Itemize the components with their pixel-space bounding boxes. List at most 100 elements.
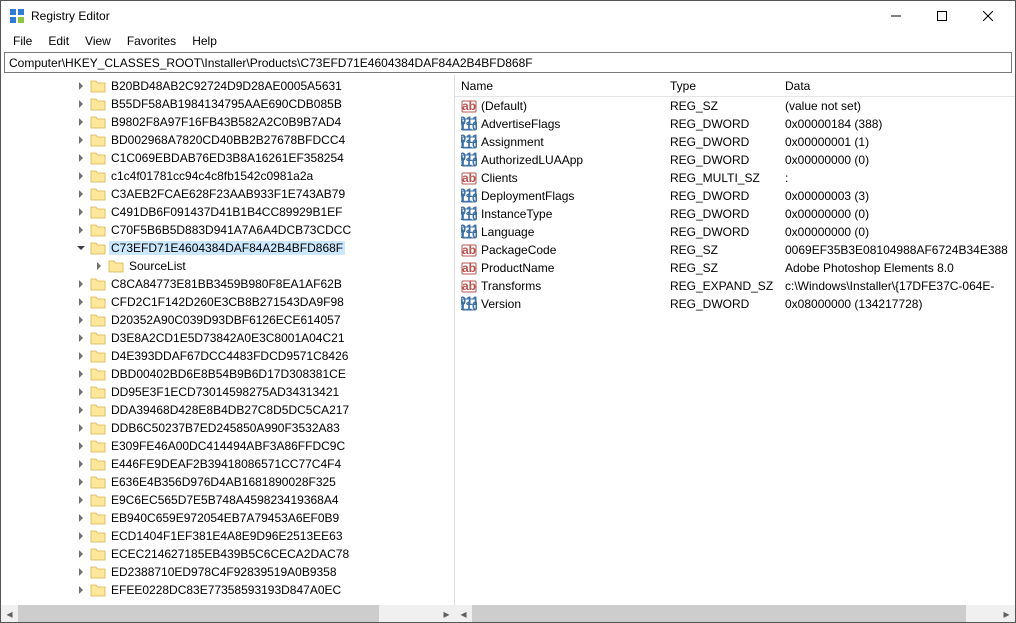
value-row[interactable]: TransformsREG_EXPAND_SZc:\Windows\Instal… — [455, 277, 1015, 295]
tree-node[interactable]: E446FE9DEAF2B39418086571CC77C4F4 — [1, 455, 454, 473]
tree-node[interactable]: DBD00402BD6E8B54B9B6D17D308381CE — [1, 365, 454, 383]
tree-node-label[interactable]: EFEE0228DC83E77358593193D847A0EC — [109, 583, 343, 597]
expander-icon[interactable] — [73, 510, 89, 526]
value-row[interactable]: DeploymentFlagsREG_DWORD0x00000003 (3) — [455, 187, 1015, 205]
value-row[interactable]: AuthorizedLUAAppREG_DWORD0x00000000 (0) — [455, 151, 1015, 169]
value-row[interactable]: ProductNameREG_SZAdobe Photoshop Element… — [455, 259, 1015, 277]
expander-icon[interactable] — [73, 150, 89, 166]
close-button[interactable] — [965, 1, 1011, 31]
tree-node-label[interactable]: E9C6EC565D7E5B748A459823419368A4 — [109, 493, 341, 507]
col-header-type[interactable]: Type — [670, 79, 785, 93]
tree-node[interactable]: CFD2C1F142D260E3CB8B271543DA9F98 — [1, 293, 454, 311]
tree-node-label[interactable]: ED2388710ED978C4F92839519A0B9358 — [109, 565, 339, 579]
value-row[interactable]: (Default)REG_SZ(value not set) — [455, 97, 1015, 115]
tree-node-label[interactable]: B20BD48AB2C92724D9D28AE0005A5631 — [109, 79, 344, 93]
tree-node[interactable]: ECD1404F1EF381E4A8E9D96E2513EE63 — [1, 527, 454, 545]
tree-node[interactable]: C73EFD71E4604384DAF84A2B4BFD868F — [1, 239, 454, 257]
value-row[interactable]: VersionREG_DWORD0x08000000 (134217728) — [455, 295, 1015, 313]
tree-node-label[interactable]: DDB6C50237B7ED245850A990F3532A83 — [109, 421, 342, 435]
expander-icon[interactable] — [73, 564, 89, 580]
tree-node-label[interactable]: CFD2C1F142D260E3CB8B271543DA9F98 — [109, 295, 346, 309]
column-headers[interactable]: Name Type Data — [455, 75, 1015, 97]
tree-node-label[interactable]: C491DB6F091437D41B1B4CC89929B1EF — [109, 205, 345, 219]
tree-node-label[interactable]: DD95E3F1ECD73014598275AD34313421 — [109, 385, 341, 399]
tree-node[interactable]: DDA39468D428E8B4DB27C8D5DC5CA217 — [1, 401, 454, 419]
tree-node-label[interactable]: E309FE46A00DC414494ABF3A86FFDC9C — [109, 439, 347, 453]
expander-icon[interactable] — [73, 348, 89, 364]
scroll-left-icon[interactable]: ◂ — [1, 605, 18, 622]
tree-node-label[interactable]: C8CA84773E81BB3459B980F8EA1AF62B — [109, 277, 344, 291]
expander-icon[interactable] — [73, 78, 89, 94]
value-row[interactable]: PackageCodeREG_SZ0069EF35B3E08104988AF67… — [455, 241, 1015, 259]
value-row[interactable]: AdvertiseFlagsREG_DWORD0x00000184 (388) — [455, 115, 1015, 133]
expander-icon[interactable] — [73, 294, 89, 310]
address-bar[interactable]: Computer\HKEY_CLASSES_ROOT\Installer\Pro… — [4, 52, 1012, 73]
value-row[interactable]: LanguageREG_DWORD0x00000000 (0) — [455, 223, 1015, 241]
expander-icon[interactable] — [91, 258, 107, 274]
expander-icon[interactable] — [73, 582, 89, 598]
tree-node[interactable]: DDB6C50237B7ED245850A990F3532A83 — [1, 419, 454, 437]
tree-node[interactable]: E309FE46A00DC414494ABF3A86FFDC9C — [1, 437, 454, 455]
tree-node-label[interactable]: EB940C659E972054EB7A79453A6EF0B9 — [109, 511, 341, 525]
tree-node[interactable]: E636E4B356D976D4AB1681890028F325 — [1, 473, 454, 491]
tree-node[interactable]: ECEC214627185EB439B5C6CECA2DAC78 — [1, 545, 454, 563]
tree-node-label[interactable]: C3AEB2FCAE628F23AAB933F1E743AB79 — [109, 187, 347, 201]
scroll-right-icon[interactable]: ▸ — [438, 605, 455, 622]
tree-node[interactable]: B55DF58AB1984134795AAE690CDB085B — [1, 95, 454, 113]
tree-node-label[interactable]: C70F5B6B5D883D941A7A6A4DCB73CDCC — [109, 223, 353, 237]
menu-file[interactable]: File — [5, 32, 40, 50]
expander-icon[interactable] — [73, 186, 89, 202]
tree-node-label[interactable]: ECD1404F1EF381E4A8E9D96E2513EE63 — [109, 529, 345, 543]
tree-node-label[interactable]: D4E393DDAF67DCC4483FDCD9571C8426 — [109, 349, 350, 363]
value-row[interactable]: ClientsREG_MULTI_SZ: — [455, 169, 1015, 187]
tree-node-label[interactable]: SourceList — [127, 259, 188, 273]
tree-hscroll[interactable]: ◂ ▸ — [1, 605, 455, 622]
tree-node-label[interactable]: ECEC214627185EB439B5C6CECA2DAC78 — [109, 547, 351, 561]
expander-icon[interactable] — [73, 204, 89, 220]
tree-node[interactable]: D3E8A2CD1E5D73842A0E3C8001A04C21 — [1, 329, 454, 347]
tree-node-label[interactable]: C1C069EBDAB76ED3B8A16261EF358254 — [109, 151, 346, 165]
value-row[interactable]: AssignmentREG_DWORD0x00000001 (1) — [455, 133, 1015, 151]
maximize-button[interactable] — [919, 1, 965, 31]
menu-help[interactable]: Help — [184, 32, 225, 50]
expander-icon[interactable] — [73, 240, 89, 256]
value-row[interactable]: InstanceTypeREG_DWORD0x00000000 (0) — [455, 205, 1015, 223]
col-header-name[interactable]: Name — [455, 79, 670, 93]
value-list[interactable]: (Default)REG_SZ(value not set)AdvertiseF… — [455, 97, 1015, 605]
tree-node-label[interactable]: D3E8A2CD1E5D73842A0E3C8001A04C21 — [109, 331, 347, 345]
titlebar[interactable]: Registry Editor — [1, 1, 1015, 31]
tree-node-label[interactable]: D20352A90C039D93DBF6126ECE614057 — [109, 313, 343, 327]
menu-view[interactable]: View — [77, 32, 119, 50]
tree-node[interactable]: BD002968A7820CD40BB2B27678BFDCC4 — [1, 131, 454, 149]
tree-node[interactable]: C491DB6F091437D41B1B4CC89929B1EF — [1, 203, 454, 221]
tree-node[interactable]: c1c4f01781cc94c4c8fb1542c0981a2a — [1, 167, 454, 185]
menu-edit[interactable]: Edit — [40, 32, 77, 50]
expander-icon[interactable] — [73, 168, 89, 184]
minimize-button[interactable] — [873, 1, 919, 31]
tree-node[interactable]: C1C069EBDAB76ED3B8A16261EF358254 — [1, 149, 454, 167]
expander-icon[interactable] — [73, 528, 89, 544]
tree-node[interactable]: E9C6EC565D7E5B748A459823419368A4 — [1, 491, 454, 509]
address-text[interactable]: Computer\HKEY_CLASSES_ROOT\Installer\Pro… — [9, 56, 533, 70]
expander-icon[interactable] — [73, 114, 89, 130]
tree-node[interactable]: ED2388710ED978C4F92839519A0B9358 — [1, 563, 454, 581]
tree-node-label[interactable]: BD002968A7820CD40BB2B27678BFDCC4 — [109, 133, 347, 147]
tree-node-label[interactable]: DDA39468D428E8B4DB27C8D5DC5CA217 — [109, 403, 351, 417]
expander-icon[interactable] — [73, 456, 89, 472]
tree-node[interactable]: C70F5B6B5D883D941A7A6A4DCB73CDCC — [1, 221, 454, 239]
expander-icon[interactable] — [73, 330, 89, 346]
tree-node[interactable]: SourceList — [1, 257, 454, 275]
menu-favorites[interactable]: Favorites — [119, 32, 184, 50]
expander-icon[interactable] — [73, 312, 89, 328]
expander-icon[interactable] — [73, 384, 89, 400]
tree-node[interactable]: D20352A90C039D93DBF6126ECE614057 — [1, 311, 454, 329]
expander-icon[interactable] — [73, 492, 89, 508]
expander-icon[interactable] — [73, 474, 89, 490]
tree-node[interactable]: C3AEB2FCAE628F23AAB933F1E743AB79 — [1, 185, 454, 203]
expander-icon[interactable] — [73, 96, 89, 112]
expander-icon[interactable] — [73, 366, 89, 382]
tree-node-label[interactable]: B9802F8A97F16FB43B582A2C0B9B7AD4 — [109, 115, 343, 129]
tree-node-label[interactable]: c1c4f01781cc94c4c8fb1542c0981a2a — [109, 169, 315, 183]
expander-icon[interactable] — [73, 276, 89, 292]
col-header-data[interactable]: Data — [785, 79, 1015, 93]
